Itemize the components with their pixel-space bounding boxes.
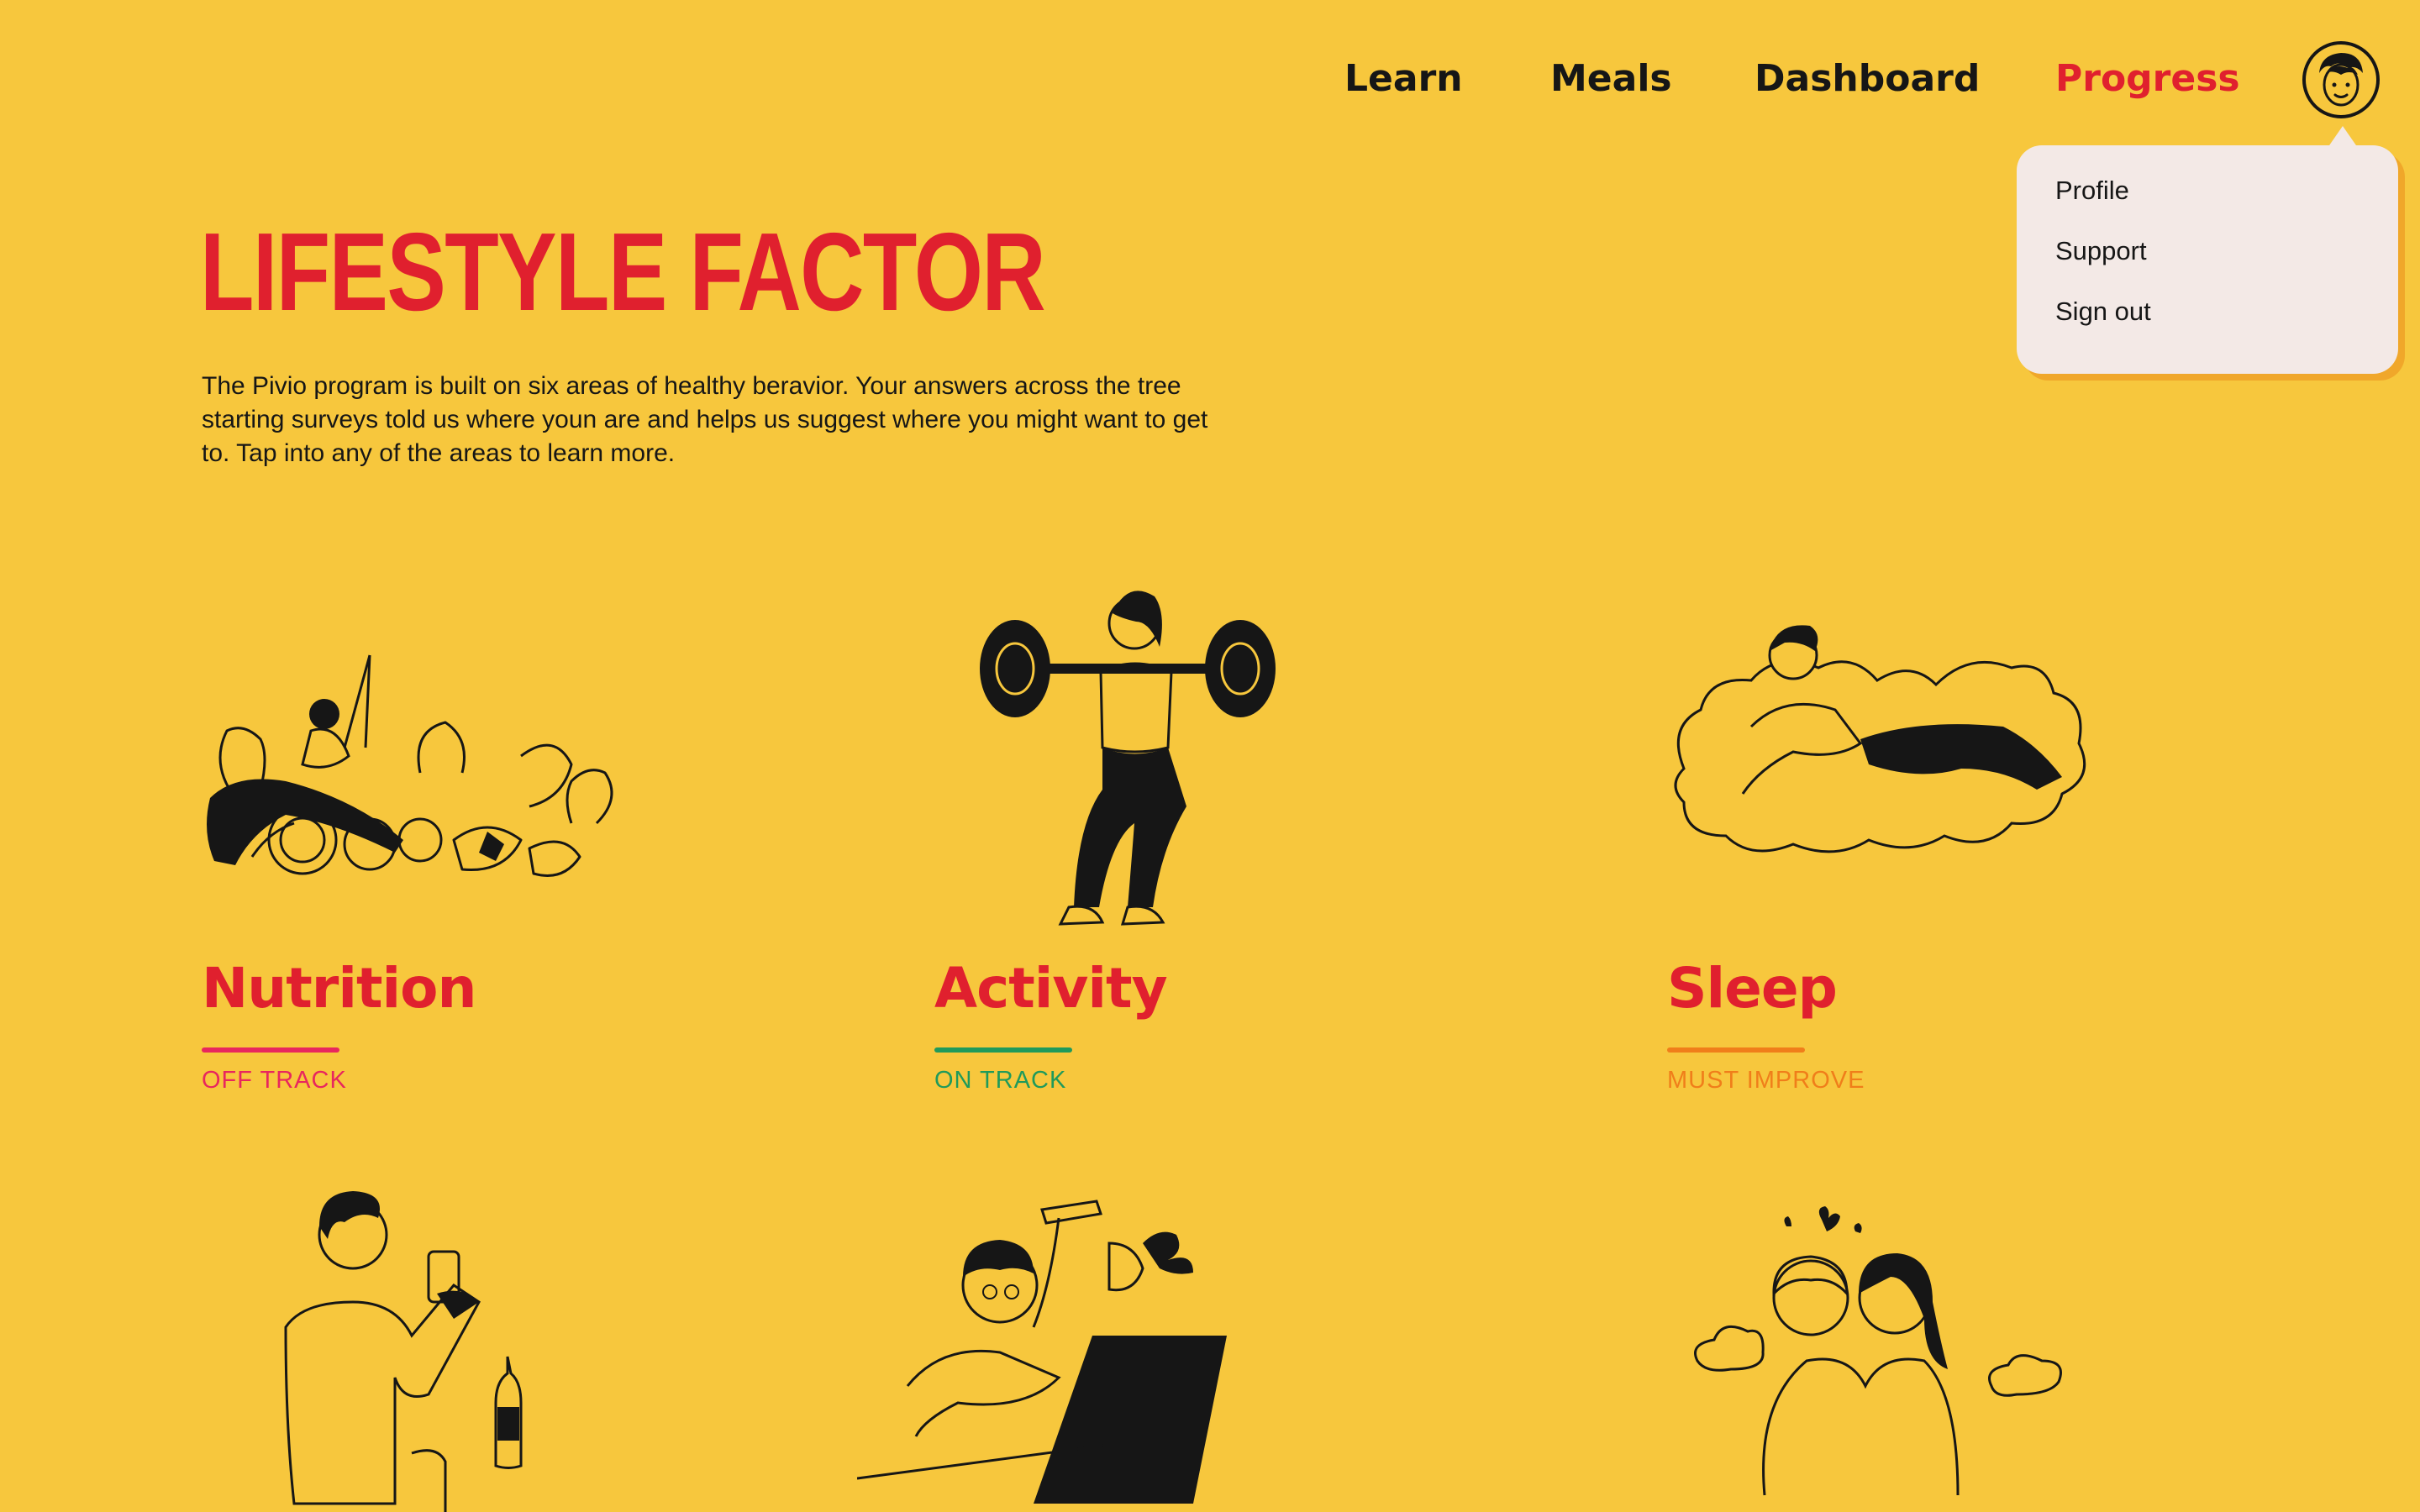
dropdown-sign-out[interactable]: Sign out (2055, 297, 2151, 327)
factor-name: Sleep (1667, 956, 1838, 1021)
factor-name: Activity (934, 956, 1168, 1021)
factor-status-bar (1667, 1047, 1805, 1053)
dropdown-card: Profile Support Sign out (2017, 145, 2398, 374)
factor-sleep[interactable]: Sleep MUST IMPROVE (1667, 601, 2104, 1105)
dropdown-profile[interactable]: Profile (2055, 176, 2129, 206)
factor-nutrition[interactable]: Nutrition OFF TRACK (202, 630, 639, 1100)
factor-status-bar (202, 1047, 339, 1053)
factor-stress[interactable] (857, 1193, 1294, 1512)
nav-meals[interactable]: Meals (1550, 57, 1672, 100)
relationships-couple-illustration (1694, 1206, 2062, 1496)
page-title: LIFESTYLE FACTOR (200, 210, 1046, 333)
sleep-illustration (1674, 625, 2086, 853)
factor-drinking[interactable] (235, 1176, 571, 1512)
profile-dropdown: Profile Support Sign out (2017, 145, 2405, 381)
nav-learn[interactable]: Learn (1344, 57, 1463, 100)
factor-status: MUST IMPROVE (1667, 1067, 1865, 1094)
activity-illustration (980, 591, 1276, 926)
drinking-illustration (284, 1191, 523, 1512)
factor-status: ON TRACK (934, 1067, 1067, 1094)
dropdown-support[interactable]: Support (2055, 236, 2147, 266)
user-avatar-icon[interactable] (2301, 39, 2381, 120)
page-intro: The Pivio program is built on six areas … (202, 372, 1208, 467)
nav-dashboard[interactable]: Dashboard (1754, 57, 1980, 100)
nav-progress[interactable]: Progress (2055, 57, 2240, 100)
factor-relationships[interactable] (1681, 1193, 2084, 1512)
nutrition-illustration (207, 654, 613, 877)
factor-name: Nutrition (202, 956, 476, 1021)
stress-laptop-illustration (857, 1200, 1227, 1504)
top-nav: Learn Meals Dashboard Progress (0, 49, 2420, 116)
factor-activity[interactable]: Activity ON TRACK (934, 571, 1371, 1109)
factor-status: OFF TRACK (202, 1067, 347, 1094)
factor-status-bar (934, 1047, 1072, 1053)
